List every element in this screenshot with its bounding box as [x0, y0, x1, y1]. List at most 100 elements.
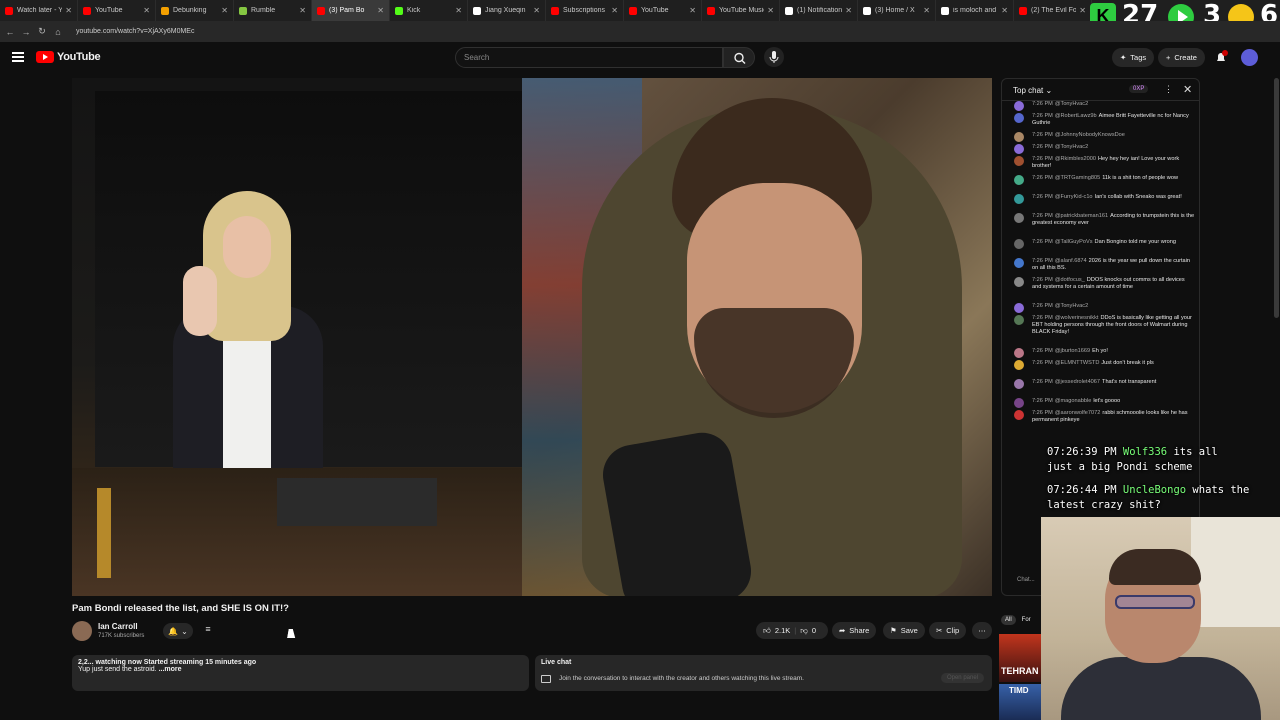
chat-author[interactable]: @alanf.6874 — [1055, 258, 1087, 264]
browser-tab[interactable]: YouTube ✕ — [78, 0, 156, 21]
search-button[interactable] — [723, 47, 755, 68]
chat-message[interactable]: 7:26 PM @alanf.6874 2026 is the year we pu… — [1002, 258, 1199, 277]
tab-close-icon[interactable]: ✕ — [455, 6, 462, 15]
more-actions-button[interactable]: ⋯ — [972, 622, 992, 639]
chat-author[interactable]: @magonabble — [1055, 398, 1091, 404]
browser-tab[interactable]: Debunking ✕ — [156, 0, 234, 21]
browser-tab[interactable]: (2) The Evil Fore✕ — [1014, 0, 1092, 21]
open-panel-button[interactable]: Open panel — [940, 673, 984, 683]
chat-message[interactable]: 7:26 PM @magonabble let's goooo — [1002, 398, 1199, 410]
chat-message[interactable]: 7:26 PM @aaronwolfe7072 rabbi schmooolie l… — [1002, 410, 1199, 429]
like-count[interactable]: 2.1K — [775, 626, 790, 635]
browser-tab[interactable]: Kick ✕ — [390, 0, 468, 21]
chat-message[interactable]: 7:26 PM @Rkimbles2000 Hey hey hey ian! Lov… — [1002, 156, 1199, 175]
chat-message[interactable]: 7:26 PM @TonyHvac2 — [1002, 101, 1199, 113]
channel-avatar[interactable] — [72, 621, 92, 641]
video-player[interactable] — [72, 78, 992, 596]
tab-close-icon[interactable]: ✕ — [767, 6, 774, 15]
chat-author[interactable]: @jessedrolet4067 — [1055, 379, 1100, 385]
add-to-playlist-icon[interactable]: ≡ — [201, 624, 215, 638]
chat-message[interactable]: 7:26 PM @JohnnyNobodyKnowsDoe — [1002, 132, 1199, 144]
tab-close-icon[interactable]: ✕ — [377, 6, 384, 15]
chat-author[interactable]: @TonyHvac2 — [1055, 303, 1088, 309]
account-avatar[interactable] — [1241, 49, 1258, 66]
chat-message[interactable]: 7:26 PM @dotfocus_ DDOS knocks out comms t… — [1002, 277, 1199, 303]
chat-message[interactable]: 7:26 PM @jburton1669 Eh yo! — [1002, 348, 1199, 360]
tab-close-icon[interactable]: ✕ — [533, 6, 540, 15]
tab-close-icon[interactable]: ✕ — [1001, 6, 1008, 15]
chat-more-icon[interactable]: ⋮ — [1164, 84, 1173, 95]
tab-close-icon[interactable]: ✕ — [299, 6, 306, 15]
chat-author[interactable]: @TonyHvac2 — [1055, 101, 1088, 107]
dislike-count[interactable]: 0 — [812, 626, 816, 635]
chat-message[interactable]: 7:26 PM @FurryKid-c1o Ian's collab with Sn… — [1002, 194, 1199, 213]
channel-name[interactable]: Ian Carroll — [98, 622, 138, 631]
clip-button[interactable]: ✂ Clip — [929, 622, 967, 639]
chat-author[interactable]: @TonyHvac2 — [1055, 144, 1088, 150]
chat-author[interactable]: @ELMNTTWSTD — [1055, 360, 1100, 366]
browser-tab[interactable]: is moloch and ✕ — [936, 0, 1014, 21]
save-button[interactable]: ⚑ Save — [883, 622, 925, 639]
description-more-link[interactable]: ...more — [159, 666, 182, 673]
chat-author[interactable]: @TallGuyPoVs — [1055, 239, 1093, 245]
chat-message[interactable]: 7:26 PM @TallGuyPoVs Dan Bongino told me y… — [1002, 239, 1199, 258]
chat-message[interactable]: 7:26 PM @ELMNTTWSTD Just don't break it pl… — [1002, 360, 1199, 379]
forward-arrow-icon[interactable]: → — [20, 27, 32, 37]
chip-for[interactable]: For — [1018, 615, 1035, 625]
chat-message[interactable]: 7:26 PM @wolverinesnikkt DDoS is basically… — [1002, 315, 1199, 348]
browser-tab[interactable]: (3) Home / X ✕ — [858, 0, 936, 21]
home-icon[interactable]: ⌂ — [52, 27, 64, 37]
share-button[interactable]: ➦ Share — [832, 622, 877, 639]
notification-bell-icon[interactable] — [1214, 50, 1228, 64]
chat-message[interactable]: 7:26 PM @patrickbateman161 According to tr… — [1002, 213, 1199, 239]
page-scrollbar[interactable] — [1274, 78, 1279, 318]
thumbs-up-icon[interactable]: 👍︎ — [763, 626, 771, 636]
search-input[interactable]: Search — [455, 47, 723, 68]
browser-tab[interactable]: Rumble ✕ — [234, 0, 312, 21]
chat-message[interactable]: 7:26 PM @TRTGaming805 11k is a shit ton of… — [1002, 175, 1199, 194]
browser-tab[interactable]: YouTube ✕ — [624, 0, 702, 21]
browser-tab[interactable]: Watch later - Yo ✕ — [0, 0, 78, 21]
chat-author[interactable]: @patrickbateman161 — [1055, 213, 1108, 219]
browser-tab[interactable]: Jiang Xueqin ✕ — [468, 0, 546, 21]
create-button[interactable]: + Create — [1158, 48, 1205, 67]
url-field[interactable]: youtube.com/watch?v=XjAXy6M0MEc — [76, 28, 194, 35]
tab-close-icon[interactable]: ✕ — [923, 6, 930, 15]
youtube-logo[interactable]: YouTube — [36, 51, 101, 63]
chat-author[interactable]: @aaronwolfe7072 — [1055, 410, 1101, 416]
chat-author[interactable]: @dotfocus_ — [1055, 277, 1085, 283]
chat-message[interactable]: 7:26 PM @jessedrolet4067 That's not transp… — [1002, 379, 1199, 398]
reload-icon[interactable]: ↻ — [36, 26, 48, 37]
tab-close-icon[interactable]: ✕ — [65, 6, 72, 15]
chat-message[interactable]: 7:26 PM @TonyHvac2 — [1002, 144, 1199, 156]
tags-button[interactable]: ✦ Tags — [1112, 48, 1155, 67]
close-icon[interactable]: ✕ — [1183, 83, 1192, 96]
chat-author[interactable]: @JohnnyNobodyKnowsDoe — [1055, 132, 1125, 138]
chat-input[interactable]: Chat... — [1001, 573, 1041, 591]
tab-close-icon[interactable]: ✕ — [845, 6, 852, 15]
tab-close-icon[interactable]: ✕ — [221, 6, 228, 15]
tab-close-icon[interactable]: ✕ — [689, 6, 696, 15]
tab-close-icon[interactable]: ✕ — [611, 6, 618, 15]
related-video-thumbnail[interactable]: TEHRAN — [999, 634, 1041, 682]
chat-author[interactable]: @TRTGaming805 — [1055, 175, 1100, 181]
related-video-thumbnail[interactable]: TIMD — [999, 684, 1041, 720]
voice-search-button[interactable] — [764, 47, 784, 67]
tab-close-icon[interactable]: ✕ — [143, 6, 150, 15]
browser-tab[interactable]: (1) Notification ✕ — [780, 0, 858, 21]
browser-tab[interactable]: YouTube Music ✕ — [702, 0, 780, 21]
chat-author[interactable]: @FurryKid-c1o — [1055, 194, 1093, 200]
menu-icon[interactable] — [12, 52, 24, 62]
thumbs-down-icon[interactable]: 👎︎ — [800, 626, 808, 636]
description-box[interactable]: 2,2... watching now Started streaming 15… — [72, 655, 529, 691]
chat-author[interactable]: @RobertLawz9b — [1055, 113, 1097, 119]
chat-author[interactable]: @Rkimbles2000 — [1055, 156, 1096, 162]
chat-author[interactable]: @wolverinesnikkt — [1055, 315, 1099, 321]
chat-message[interactable]: 7:26 PM @RobertLawz9b Aimee Britt Fayettev… — [1002, 113, 1199, 132]
back-arrow-icon[interactable]: ← — [4, 27, 16, 37]
tab-close-icon[interactable]: ✕ — [1079, 6, 1086, 15]
chip-all[interactable]: All — [1001, 615, 1016, 625]
browser-tab[interactable]: (3) Pam Bo ✕ — [312, 0, 390, 21]
chat-message[interactable]: 7:26 PM @TonyHvac2 — [1002, 303, 1199, 315]
top-chat-dropdown[interactable]: Top chat ⌄ — [1013, 86, 1052, 95]
